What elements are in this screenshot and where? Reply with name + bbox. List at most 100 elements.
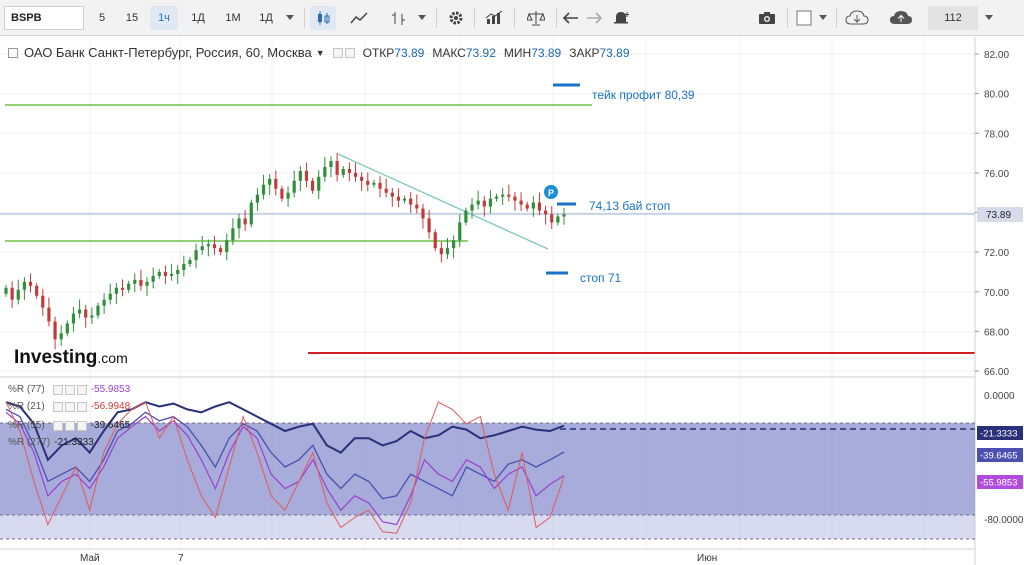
take-profit-label: тейк профит 80,39 <box>592 88 695 102</box>
symbol-input[interactable]: BSPB <box>4 6 84 30</box>
trend-line[interactable] <box>337 153 549 250</box>
indicator-legend-55[interactable]: %R (55) -39.6465 <box>8 420 130 431</box>
interval-1h[interactable]: 1ч <box>150 6 178 30</box>
hide-icon[interactable] <box>344 47 355 58</box>
candle-body <box>476 200 480 205</box>
undo-icon[interactable] <box>560 6 582 30</box>
chevron-down-icon[interactable]: ▼ <box>316 48 325 58</box>
candle-body <box>127 283 131 290</box>
price-tick-label: 72.00 <box>984 248 1009 259</box>
candle-body <box>494 196 499 199</box>
candle-body <box>439 248 443 255</box>
color-square-icon[interactable] <box>793 6 815 30</box>
candle-body <box>286 192 290 199</box>
close-value: 73.89 <box>599 45 630 60</box>
candle-body <box>151 275 155 282</box>
chart-canvas[interactable]: тейк профит 80,39 74,13 бай стоп стоп 71… <box>0 37 1024 565</box>
position-marker-label: P <box>548 188 554 198</box>
williams-axis: 0.0000 -80.0000 -21.3333 -39.6465 -55.9853 <box>977 391 1024 526</box>
candle-body <box>550 214 554 223</box>
camera-icon[interactable] <box>754 6 780 30</box>
candle-body <box>139 279 143 286</box>
candle-body <box>458 222 462 241</box>
price-tick-label: 82.00 <box>984 50 1009 61</box>
collapse-icon[interactable] <box>8 47 18 58</box>
interval-dropdown[interactable]: 1Д <box>252 6 280 30</box>
cloud-download-icon[interactable] <box>842 6 872 30</box>
area-chart-icon[interactable] <box>346 6 372 30</box>
candle-body <box>41 295 45 308</box>
candle-body <box>71 313 76 324</box>
time-label-june: Июн <box>697 553 717 564</box>
williams-value-label: -39.6465 <box>980 451 1018 462</box>
instrument-title[interactable]: ОАО Банк Санкт-Петербург, Россия, 60, Мо… <box>24 45 312 60</box>
indicator-legend-277[interactable]: %R (277) -21.3333 <box>8 437 94 448</box>
candle-body <box>231 228 235 241</box>
cloud-upload-icon[interactable] <box>886 6 916 30</box>
candle-body <box>409 198 413 205</box>
candles-icon[interactable] <box>310 6 336 30</box>
interval-1d[interactable]: 1Д <box>184 6 212 30</box>
candle-body <box>421 208 425 219</box>
investing-logo: Investing.com <box>14 347 128 368</box>
open-label: ОТКР <box>362 45 395 60</box>
candle-body <box>65 323 69 334</box>
interval-1m[interactable]: 1М <box>218 6 248 30</box>
candle-body <box>84 309 88 318</box>
price-tick-label: 76.00 <box>984 169 1009 180</box>
candle-body <box>120 287 125 290</box>
indicator-legend-77[interactable]: %R (77) -55.9853 <box>8 384 130 395</box>
candle-body <box>255 194 260 203</box>
candle-body <box>531 202 535 209</box>
settings-icon[interactable] <box>332 47 343 58</box>
candle-body <box>415 204 419 209</box>
bars-icon[interactable] <box>386 6 412 30</box>
candle-body <box>4 287 8 294</box>
candle-body <box>384 188 388 193</box>
price-tick-label: 70.00 <box>984 288 1009 299</box>
candle-body <box>341 168 345 175</box>
chevron-down-icon[interactable] <box>816 6 830 30</box>
candle-body <box>188 260 192 265</box>
close-label: ЗАКР <box>569 45 600 60</box>
williams-tick-0: 0.0000 <box>984 391 1015 402</box>
candle-body <box>519 200 523 205</box>
candle-body <box>237 218 241 229</box>
candle-body <box>537 202 542 211</box>
redo-icon[interactable] <box>583 6 605 30</box>
alert-bell-icon[interactable] <box>608 6 634 30</box>
candle-body <box>47 307 51 322</box>
zoom-select[interactable]: 112 <box>928 6 978 30</box>
candle-body <box>482 200 486 207</box>
chevron-down-icon[interactable] <box>282 6 298 30</box>
candle-body <box>280 188 284 199</box>
candle-body <box>114 287 118 294</box>
candle-body <box>323 166 327 177</box>
candle-body <box>556 216 560 223</box>
compare-scale-icon[interactable] <box>522 6 550 30</box>
candle-body <box>372 182 376 185</box>
chevron-down-icon[interactable] <box>414 6 430 30</box>
interval-15[interactable]: 15 <box>118 6 146 30</box>
interval-5[interactable]: 5 <box>90 6 114 30</box>
gear-icon[interactable] <box>443 6 469 30</box>
indicator-legend-21[interactable]: %R (21) -56.9948 <box>8 401 130 412</box>
candle-body <box>102 299 106 306</box>
candle-body <box>77 309 82 314</box>
candle-body <box>225 240 229 253</box>
chart-area[interactable]: тейк профит 80,39 74,13 бай стоп стоп 71… <box>0 37 1024 565</box>
open-value: 73.89 <box>394 45 425 60</box>
candle-body <box>390 192 394 197</box>
candle-body <box>157 271 161 276</box>
candle-body <box>427 218 431 233</box>
indicators-icon[interactable] <box>480 6 508 30</box>
candle-body <box>249 202 253 225</box>
candle-body <box>470 204 474 211</box>
chevron-down-icon[interactable] <box>982 6 996 30</box>
candle-body <box>53 321 57 340</box>
candle-body <box>329 160 333 167</box>
stop-label: стоп 71 <box>580 271 622 285</box>
candle-body <box>133 279 137 284</box>
candle-body <box>298 170 302 181</box>
time-label-7: 7 <box>178 553 184 564</box>
